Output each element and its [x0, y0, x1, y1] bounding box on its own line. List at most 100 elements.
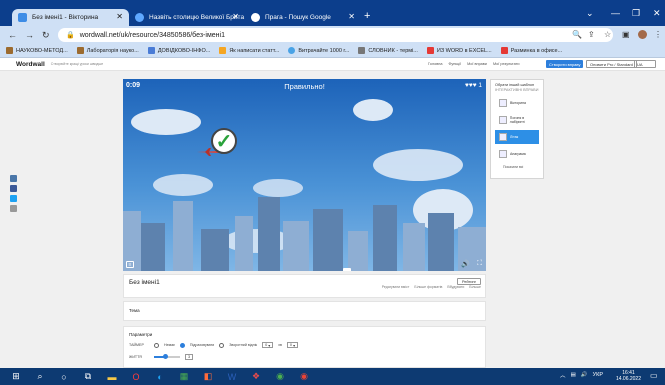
task-view-icon[interactable]: ⧉ — [80, 370, 96, 384]
create-activity-button[interactable]: Створити вправу — [546, 60, 584, 68]
tab-title: Назвіть столицю Великої Брита — [149, 14, 245, 21]
opera-icon[interactable]: O — [128, 370, 144, 384]
network-icon[interactable]: ▤ — [571, 372, 576, 378]
template-maze-chase[interactable]: Погоня в лабіринті — [495, 113, 539, 127]
language-indicator[interactable]: УКР — [593, 372, 603, 378]
lives-slider[interactable] — [154, 354, 180, 359]
nav-features[interactable]: Функції — [448, 62, 461, 66]
menu-dots-icon[interactable]: ⋮ — [654, 30, 662, 39]
share-link-icon[interactable] — [10, 205, 17, 212]
wordwall-logo[interactable]: Wordwall — [16, 61, 45, 68]
search-icon[interactable]: 🔍 — [572, 30, 582, 39]
tab-search-chevron-icon[interactable]: ⌄ — [586, 8, 594, 19]
theme-title: Тема — [129, 308, 140, 313]
template-quiz[interactable]: Вікторина — [495, 96, 539, 110]
quiz-thumbnail-icon — [499, 99, 507, 107]
bookmark-item[interactable]: Лабораторія науко... — [76, 47, 139, 54]
game-area[interactable]: 0:09 Правильно! ♥♥♥ 1 ≡ 🔊 ⛶ — [123, 79, 486, 271]
clock[interactable]: 16:41 14.06.2022 — [616, 370, 641, 382]
app-icon[interactable]: ◧ — [200, 370, 216, 384]
timer-seconds-stepper[interactable]: 0 ▾ — [286, 342, 298, 348]
leaderboard-button[interactable]: Рейтинг — [457, 278, 481, 285]
word-icon[interactable]: W — [224, 370, 240, 384]
cloud — [373, 149, 463, 181]
upgrade-button[interactable]: Оновити Pro / Standard — [586, 60, 637, 68]
app-icon[interactable]: ❖ — [248, 370, 264, 384]
show-all-templates-link[interactable]: Показати всі — [495, 165, 539, 169]
close-tab-icon[interactable]: ✕ — [116, 12, 123, 21]
bookmark-item[interactable]: ИЗ WORD в EXCEL... — [426, 47, 492, 54]
chrome-icon[interactable]: ◉ — [296, 370, 312, 384]
edge-icon[interactable]: ◐ — [152, 370, 168, 384]
tab-quiz[interactable]: Без імені1 - Вікторина ✕ — [12, 9, 129, 26]
bookmark-item[interactable]: ДОВІДКОВО-ІНФО... — [147, 47, 210, 54]
timer-countup-radio[interactable] — [179, 342, 185, 348]
tab-title: Прага - Пошук Google — [265, 14, 331, 21]
chrome-icon[interactable]: ◉ — [272, 370, 288, 384]
game-menu-icon[interactable]: ≡ — [126, 261, 134, 268]
timer-none-radio[interactable] — [154, 342, 159, 348]
facebook-icon[interactable] — [10, 185, 17, 192]
template-label: Літак — [510, 135, 519, 139]
notification-icon[interactable]: ▭ — [650, 371, 659, 381]
bookmark-star-icon[interactable]: ☆ — [604, 30, 611, 39]
site-icon — [358, 47, 366, 54]
sound-icon[interactable]: 🔊 — [461, 260, 470, 268]
tab-google-search[interactable]: Прага - Пошук Google ✕ — [245, 9, 361, 26]
close-window-icon[interactable]: ✕ — [653, 8, 661, 19]
share-icon[interactable]: ⇪ — [588, 30, 595, 39]
chevron-up-icon[interactable]: ︿ — [560, 371, 566, 379]
search-icon[interactable]: ⌕ — [32, 370, 48, 384]
minimize-icon[interactable]: — — [611, 8, 620, 18]
avatar[interactable] — [638, 30, 647, 39]
bookmark-item[interactable]: Як написати статт... — [219, 47, 279, 54]
cloud — [353, 99, 393, 121]
bookmark-item[interactable]: НАУКОВО-МЕТОД... — [6, 47, 68, 54]
cortana-icon[interactable]: ○ — [56, 370, 72, 384]
timer-countdown-radio[interactable] — [219, 342, 225, 348]
forward-arrow-icon[interactable]: → — [25, 30, 34, 40]
address-bar[interactable]: 🔒 wordwall.net/uk/resource/34850586/без-… — [58, 28, 613, 42]
twitter-icon[interactable] — [10, 195, 17, 202]
close-tab-icon[interactable]: ✕ — [232, 12, 239, 21]
windows-start-icon[interactable]: ⊞ — [8, 370, 24, 384]
close-tab-icon[interactable]: ✕ — [348, 12, 355, 21]
nav-my-results[interactable]: Мої результати — [493, 62, 520, 66]
sidebar-icon[interactable]: ▣ — [622, 30, 630, 39]
fullscreen-icon[interactable]: ⛶ — [477, 260, 482, 268]
slider-knob[interactable] — [163, 354, 168, 359]
volume-icon[interactable]: 🔊 — [581, 372, 588, 378]
google-favicon-icon — [251, 13, 260, 22]
bookmark-item[interactable]: СЛОВНИК - термі... — [358, 47, 418, 54]
cloud — [131, 109, 201, 135]
back-arrow-icon[interactable]: ← — [8, 30, 17, 40]
language-select[interactable]: UA — [634, 60, 656, 68]
more-formats-link[interactable]: Більше форматів — [414, 285, 442, 289]
tab-capital-question[interactable]: Назвіть столицю Великої Брита ✕ — [129, 9, 245, 26]
maximize-icon[interactable]: ❐ — [632, 8, 640, 19]
file-explorer-icon[interactable]: ▬ — [104, 370, 120, 384]
bookmark-item[interactable]: Витрачайте 1000 г... — [288, 47, 349, 54]
cloud — [253, 179, 303, 197]
reload-icon[interactable]: ↻ — [42, 30, 50, 41]
edit-content-link[interactable]: Редагувати вміст — [382, 285, 410, 289]
nav-my-activities[interactable]: Мої вправи — [467, 62, 487, 66]
more-link[interactable]: Більше — [469, 285, 481, 289]
building — [373, 205, 397, 271]
bookmark-label: Як написати статт... — [229, 47, 280, 54]
building — [403, 223, 425, 271]
media-app-icon[interactable]: ▦ — [176, 370, 192, 384]
vk-icon[interactable] — [10, 175, 17, 182]
radio-label: Підраховувати — [189, 343, 215, 347]
embed-link[interactable]: Вбудувати — [447, 285, 464, 289]
timer-row: ТАЙМЕР Немає Підраховувати Зворотний від… — [129, 342, 298, 348]
template-anagram[interactable]: Анаграма — [495, 147, 539, 161]
timer-minutes-stepper[interactable]: 0 ▾ — [262, 342, 274, 348]
new-tab-button[interactable]: + — [364, 10, 370, 22]
template-airplane[interactable]: Літак — [495, 130, 539, 144]
lives-value-box[interactable]: 3 — [185, 354, 194, 360]
browser-tab-strip: Без імені1 - Вікторина ✕ Назвіть столицю… — [0, 0, 665, 26]
resource-title-card: Без імені1 Рейтинг Редагувати вміст Біль… — [123, 274, 486, 298]
nav-home[interactable]: Головна — [428, 62, 442, 66]
bookmark-item[interactable]: Разминка в офисе... — [500, 47, 562, 54]
